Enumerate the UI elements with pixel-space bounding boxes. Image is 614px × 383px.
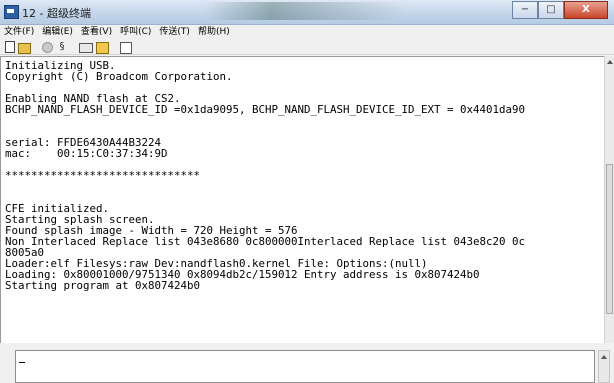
terminal-line: Copyright (C) Broadcom Corporation. bbox=[5, 70, 233, 83]
new-document-icon[interactable] bbox=[5, 41, 15, 53]
scroll-up-arrow-icon[interactable] bbox=[607, 60, 613, 64]
toolbar-separator bbox=[71, 40, 79, 54]
menu-bar: 文件(F) 编辑(E) 查看(V) 呼叫(C) 传送(T) 帮助(H) bbox=[0, 25, 614, 40]
terminal-text: Initializing USB. Copyright (C) Broadcom… bbox=[1, 57, 603, 291]
terminal-line: mac: 00:15:C0:37:34:9D bbox=[5, 147, 168, 160]
terminal-line: Starting program at 0x807424b0 bbox=[5, 279, 201, 291]
maximize-button[interactable]: □ bbox=[538, 1, 564, 19]
properties-icon[interactable]: § bbox=[56, 41, 68, 53]
toolbar-separator bbox=[34, 40, 42, 54]
menu-view[interactable]: 查看(V) bbox=[77, 25, 116, 40]
command-area bbox=[0, 343, 614, 383]
open-folder-icon[interactable] bbox=[18, 43, 31, 54]
terminal-line: BCHP_NAND_FLASH_DEVICE_ID =0x1da9095, BC… bbox=[5, 103, 526, 116]
toolbar-separator bbox=[112, 40, 120, 54]
document-properties-icon[interactable] bbox=[120, 42, 132, 54]
menu-transfer[interactable]: 传送(T) bbox=[155, 25, 194, 40]
menu-help[interactable]: 帮助(H) bbox=[194, 25, 234, 40]
close-button[interactable]: X bbox=[564, 1, 608, 19]
window-title: 12 - 超级终端 bbox=[22, 7, 91, 20]
command-scrollbar[interactable] bbox=[598, 350, 610, 383]
window-controls: − □ X bbox=[512, 1, 608, 19]
disconnected-icon[interactable] bbox=[42, 42, 53, 53]
menu-file[interactable]: 文件(F) bbox=[0, 25, 38, 40]
terminal-scrollbar[interactable] bbox=[604, 56, 614, 343]
terminal-line: Non Interlaced Replace list 043e8680 0c8… bbox=[5, 235, 526, 248]
menu-edit[interactable]: 编辑(E) bbox=[38, 25, 77, 40]
text-cursor bbox=[19, 362, 25, 363]
hang-up-icon[interactable] bbox=[96, 42, 109, 54]
menu-call[interactable]: 呼叫(C) bbox=[116, 25, 155, 40]
terminal-output[interactable]: Initializing USB. Copyright (C) Broadcom… bbox=[0, 56, 604, 343]
terminal-line: ****************************** bbox=[5, 169, 201, 182]
title-bar-decoration bbox=[205, 2, 405, 20]
toolbar: § bbox=[0, 40, 614, 55]
minimize-button[interactable]: − bbox=[512, 1, 538, 19]
terminal-app-icon bbox=[4, 5, 19, 19]
title-bar[interactable]: 12 - 超级终端 − □ X bbox=[0, 0, 614, 25]
scroll-thumb[interactable] bbox=[606, 164, 613, 314]
call-icon[interactable] bbox=[79, 43, 93, 53]
command-input[interactable] bbox=[15, 350, 595, 383]
scroll-up-arrow-icon[interactable] bbox=[601, 355, 607, 359]
